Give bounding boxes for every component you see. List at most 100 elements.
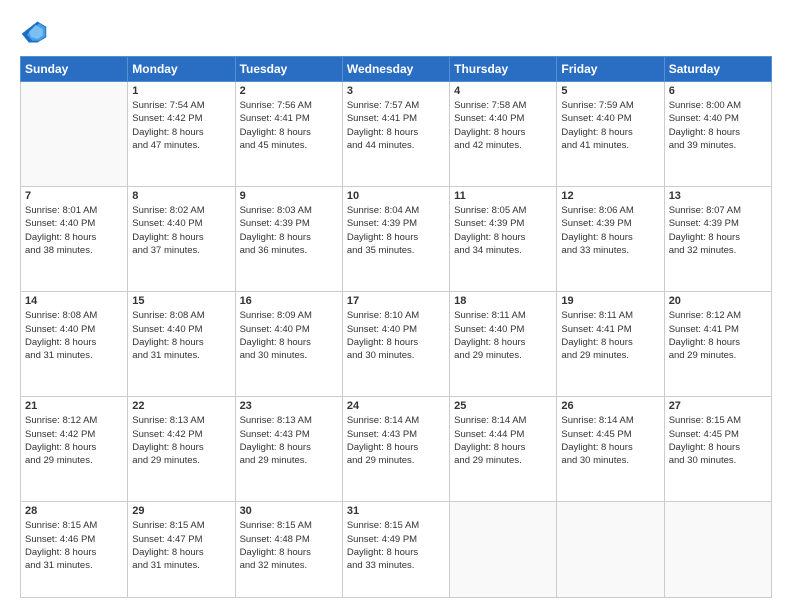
header — [20, 18, 772, 46]
day-number: 19 — [561, 295, 659, 307]
calendar-cell — [21, 82, 128, 187]
day-info: Sunrise: 7:54 AM Sunset: 4:42 PM Dayligh… — [132, 99, 230, 152]
calendar-cell: 31 Sunrise: 8:15 AM Sunset: 4:49 PM Dayli… — [342, 502, 449, 598]
day-number: 26 — [561, 400, 659, 412]
day-number: 10 — [347, 190, 445, 202]
day-number: 24 — [347, 400, 445, 412]
day-info: Sunrise: 7:57 AM Sunset: 4:41 PM Dayligh… — [347, 99, 445, 152]
calendar-cell: 24 Sunrise: 8:14 AM Sunset: 4:43 PM Dayli… — [342, 397, 449, 502]
calendar-cell: 7 Sunrise: 8:01 AM Sunset: 4:40 PM Daylig… — [21, 187, 128, 292]
day-info: Sunrise: 8:01 AM Sunset: 4:40 PM Dayligh… — [25, 204, 123, 257]
day-number: 31 — [347, 505, 445, 517]
day-info: Sunrise: 8:15 AM Sunset: 4:45 PM Dayligh… — [669, 414, 767, 467]
day-number: 17 — [347, 295, 445, 307]
calendar-cell: 5 Sunrise: 7:59 AM Sunset: 4:40 PM Daylig… — [557, 82, 664, 187]
calendar-cell: 22 Sunrise: 8:13 AM Sunset: 4:42 PM Dayli… — [128, 397, 235, 502]
day-info: Sunrise: 8:14 AM Sunset: 4:45 PM Dayligh… — [561, 414, 659, 467]
weekday-header-wednesday: Wednesday — [342, 57, 449, 82]
day-number: 30 — [240, 505, 338, 517]
day-number: 4 — [454, 85, 552, 97]
page: SundayMondayTuesdayWednesdayThursdayFrid… — [0, 0, 792, 612]
calendar-cell: 30 Sunrise: 8:15 AM Sunset: 4:48 PM Dayli… — [235, 502, 342, 598]
day-info: Sunrise: 8:13 AM Sunset: 4:42 PM Dayligh… — [132, 414, 230, 467]
day-number: 18 — [454, 295, 552, 307]
calendar-cell — [450, 502, 557, 598]
calendar-cell: 17 Sunrise: 8:10 AM Sunset: 4:40 PM Dayli… — [342, 292, 449, 397]
day-info: Sunrise: 8:11 AM Sunset: 4:41 PM Dayligh… — [561, 309, 659, 362]
weekday-header-monday: Monday — [128, 57, 235, 82]
day-info: Sunrise: 8:10 AM Sunset: 4:40 PM Dayligh… — [347, 309, 445, 362]
day-info: Sunrise: 8:04 AM Sunset: 4:39 PM Dayligh… — [347, 204, 445, 257]
calendar-cell: 21 Sunrise: 8:12 AM Sunset: 4:42 PM Dayli… — [21, 397, 128, 502]
day-number: 6 — [669, 85, 767, 97]
calendar-cell — [557, 502, 664, 598]
weekday-header-friday: Friday — [557, 57, 664, 82]
day-info: Sunrise: 8:13 AM Sunset: 4:43 PM Dayligh… — [240, 414, 338, 467]
day-number: 11 — [454, 190, 552, 202]
calendar-cell: 15Sunrise: 8:08 AM Sunset: 4:40 PM Dayli… — [128, 292, 235, 397]
day-info: Sunrise: 7:58 AM Sunset: 4:40 PM Dayligh… — [454, 99, 552, 152]
logo — [20, 18, 52, 46]
calendar-cell: 27 Sunrise: 8:15 AM Sunset: 4:45 PM Dayli… — [664, 397, 771, 502]
day-number: 5 — [561, 85, 659, 97]
day-number: 2 — [240, 85, 338, 97]
calendar-cell — [664, 502, 771, 598]
calendar-cell: 9 Sunrise: 8:03 AM Sunset: 4:39 PM Daylig… — [235, 187, 342, 292]
day-info: Sunrise: 8:15 AM Sunset: 4:48 PM Dayligh… — [240, 519, 338, 572]
day-number: 22 — [132, 400, 230, 412]
calendar-cell: 16 Sunrise: 8:09 AM Sunset: 4:40 PM Dayli… — [235, 292, 342, 397]
weekday-header-tuesday: Tuesday — [235, 57, 342, 82]
day-info: Sunrise: 8:07 AM Sunset: 4:39 PM Dayligh… — [669, 204, 767, 257]
calendar-cell: 10 Sunrise: 8:04 AM Sunset: 4:39 PM Dayli… — [342, 187, 449, 292]
day-info: Sunrise: 8:06 AM Sunset: 4:39 PM Dayligh… — [561, 204, 659, 257]
calendar-cell: 2Sunrise: 7:56 AM Sunset: 4:41 PM Daylig… — [235, 82, 342, 187]
logo-icon — [20, 18, 48, 46]
day-info: Sunrise: 8:00 AM Sunset: 4:40 PM Dayligh… — [669, 99, 767, 152]
weekday-header-thursday: Thursday — [450, 57, 557, 82]
calendar-cell: 1 Sunrise: 7:54 AM Sunset: 4:42 PM Daylig… — [128, 82, 235, 187]
calendar-cell: 3Sunrise: 7:57 AM Sunset: 4:41 PM Daylig… — [342, 82, 449, 187]
calendar-cell: 11 Sunrise: 8:05 AM Sunset: 4:39 PM Dayli… — [450, 187, 557, 292]
calendar-cell: 14 Sunrise: 8:08 AM Sunset: 4:40 PM Dayli… — [21, 292, 128, 397]
day-info: Sunrise: 8:14 AM Sunset: 4:43 PM Dayligh… — [347, 414, 445, 467]
calendar-cell: 12 Sunrise: 8:06 AM Sunset: 4:39 PM Dayli… — [557, 187, 664, 292]
day-info: Sunrise: 8:03 AM Sunset: 4:39 PM Dayligh… — [240, 204, 338, 257]
day-number: 1 — [132, 85, 230, 97]
day-info: Sunrise: 8:09 AM Sunset: 4:40 PM Dayligh… — [240, 309, 338, 362]
day-info: Sunrise: 7:59 AM Sunset: 4:40 PM Dayligh… — [561, 99, 659, 152]
day-number: 13 — [669, 190, 767, 202]
day-number: 23 — [240, 400, 338, 412]
day-number: 21 — [25, 400, 123, 412]
day-number: 12 — [561, 190, 659, 202]
weekday-header-saturday: Saturday — [664, 57, 771, 82]
day-info: Sunrise: 8:14 AM Sunset: 4:44 PM Dayligh… — [454, 414, 552, 467]
day-number: 16 — [240, 295, 338, 307]
calendar-cell: 29Sunrise: 8:15 AM Sunset: 4:47 PM Dayli… — [128, 502, 235, 598]
day-number: 25 — [454, 400, 552, 412]
day-number: 7 — [25, 190, 123, 202]
day-info: Sunrise: 8:11 AM Sunset: 4:40 PM Dayligh… — [454, 309, 552, 362]
day-number: 9 — [240, 190, 338, 202]
calendar-cell: 28Sunrise: 8:15 AM Sunset: 4:46 PM Dayli… — [21, 502, 128, 598]
day-info: Sunrise: 8:05 AM Sunset: 4:39 PM Dayligh… — [454, 204, 552, 257]
day-number: 14 — [25, 295, 123, 307]
day-info: Sunrise: 8:08 AM Sunset: 4:40 PM Dayligh… — [25, 309, 123, 362]
day-info: Sunrise: 8:12 AM Sunset: 4:42 PM Dayligh… — [25, 414, 123, 467]
day-info: Sunrise: 8:15 AM Sunset: 4:49 PM Dayligh… — [347, 519, 445, 572]
day-number: 20 — [669, 295, 767, 307]
calendar-cell: 20 Sunrise: 8:12 AM Sunset: 4:41 PM Dayli… — [664, 292, 771, 397]
calendar-cell: 26 Sunrise: 8:14 AM Sunset: 4:45 PM Dayli… — [557, 397, 664, 502]
calendar-cell: 6 Sunrise: 8:00 AM Sunset: 4:40 PM Daylig… — [664, 82, 771, 187]
day-number: 27 — [669, 400, 767, 412]
day-number: 8 — [132, 190, 230, 202]
day-info: Sunrise: 8:15 AM Sunset: 4:47 PM Dayligh… — [132, 519, 230, 572]
day-info: Sunrise: 8:02 AM Sunset: 4:40 PM Dayligh… — [132, 204, 230, 257]
day-info: Sunrise: 8:12 AM Sunset: 4:41 PM Dayligh… — [669, 309, 767, 362]
weekday-header-sunday: Sunday — [21, 57, 128, 82]
day-info: Sunrise: 8:08 AM Sunset: 4:40 PM Dayligh… — [132, 309, 230, 362]
calendar-cell: 19 Sunrise: 8:11 AM Sunset: 4:41 PM Dayli… — [557, 292, 664, 397]
calendar-cell: 23 Sunrise: 8:13 AM Sunset: 4:43 PM Dayli… — [235, 397, 342, 502]
calendar-cell: 13 Sunrise: 8:07 AM Sunset: 4:39 PM Dayli… — [664, 187, 771, 292]
calendar: SundayMondayTuesdayWednesdayThursdayFrid… — [20, 56, 772, 598]
calendar-cell: 25 Sunrise: 8:14 AM Sunset: 4:44 PM Dayli… — [450, 397, 557, 502]
